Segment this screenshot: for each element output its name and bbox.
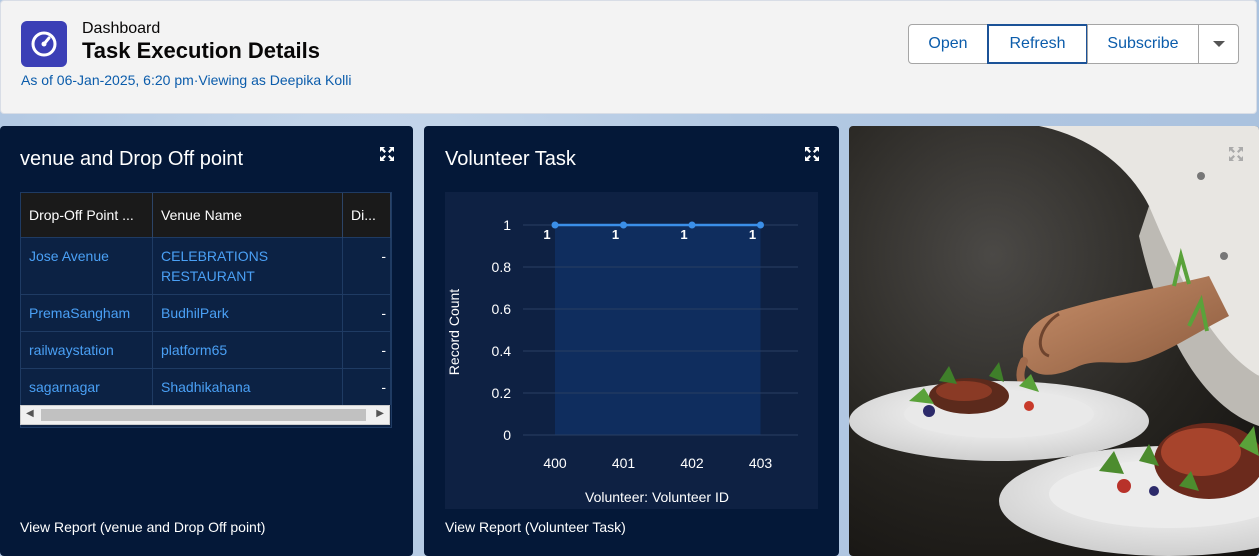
y-tick-label: 0.8 (492, 259, 512, 275)
y-tick-label: 0.6 (492, 301, 512, 317)
di-cell: - (342, 331, 391, 369)
subscribe-button[interactable]: Subscribe (1087, 24, 1199, 64)
x-tick-label: 402 (680, 455, 704, 471)
page-title: Task Execution Details (82, 38, 321, 63)
y-axis-title: Record Count (446, 289, 462, 375)
expand-icon[interactable] (804, 146, 820, 162)
view-report-link[interactable]: View Report (Volunteer Task) (445, 519, 626, 535)
table-row: sagarnagar Shadhikahana - (21, 368, 391, 405)
venue-panel-title: venue and Drop Off point (20, 148, 244, 170)
column-header-dropoff[interactable]: Drop-Off Point ... (21, 193, 153, 238)
scroll-left-icon[interactable]: ◀ (26, 408, 34, 419)
column-header-venue[interactable]: Venue Name (152, 193, 343, 238)
di-cell: - (342, 237, 391, 295)
data-label: 1 (612, 227, 619, 242)
data-label: 1 (749, 227, 756, 242)
dropoff-cell[interactable]: Jose Avenue (21, 237, 153, 295)
refresh-button[interactable]: Refresh (987, 24, 1088, 64)
venue-cell[interactable]: CELEBRATIONS RESTAURANT (152, 237, 343, 295)
y-tick-label: 1 (503, 217, 511, 233)
view-report-link[interactable]: View Report (venue and Drop Off point) (20, 519, 265, 535)
table-row: Jose Avenue CELEBRATIONS RESTAURANT - (21, 237, 391, 295)
di-cell: - (342, 294, 391, 332)
x-tick-label: 401 (612, 455, 636, 471)
breadcrumb: Dashboard (82, 20, 161, 37)
horizontal-scrollbar[interactable]: ◀ ▶ (20, 405, 390, 425)
venue-cell[interactable]: Shadhikahana (152, 368, 343, 405)
y-tick-label: 0.4 (492, 343, 512, 359)
chevron-down-icon (1212, 41, 1225, 47)
volunteer-task-chart: 0 0.2 0.4 0.6 0.8 1 1 400 1 401 1 402 1 403 Volunteer:… (446, 217, 798, 505)
volunteer-panel-title: Volunteer Task (445, 148, 576, 170)
expand-icon[interactable] (379, 146, 395, 162)
open-button[interactable]: Open (908, 24, 988, 64)
venue-table-container[interactable]: Drop-Off Point ... Venue Name Di... Jose… (20, 192, 392, 428)
data-point (620, 221, 627, 229)
dropoff-cell[interactable]: sagarnagar (21, 368, 153, 405)
table-header-row: Drop-Off Point ... Venue Name Di... (21, 193, 391, 238)
dropoff-cell[interactable]: railwaystation (21, 331, 153, 369)
dashboard-header: Dashboard Task Execution Details As of 0… (0, 0, 1257, 114)
column-header-di[interactable]: Di... (342, 193, 391, 238)
x-tick-label: 400 (543, 455, 567, 471)
scrollbar-thumb[interactable] (41, 409, 366, 421)
x-axis-title: Volunteer: Volunteer ID (585, 489, 729, 505)
venue-table: Drop-Off Point ... Venue Name Di... Jose… (21, 193, 391, 405)
action-button-group: Open Refresh Subscribe (908, 24, 1239, 64)
y-tick-label: 0 (503, 427, 511, 443)
di-cell: - (342, 368, 391, 405)
data-point (757, 221, 764, 229)
dashboard-gauge-icon (21, 21, 67, 67)
venue-cell[interactable]: platform65 (152, 331, 343, 369)
expand-icon[interactable] (1228, 146, 1244, 162)
more-actions-button[interactable] (1198, 24, 1239, 64)
table-row: railwaystation platform65 - (21, 331, 391, 369)
data-point (688, 221, 696, 229)
x-tick-label: 403 (749, 455, 773, 471)
chef-plating-image (849, 126, 1259, 556)
scroll-right-icon[interactable]: ▶ (376, 408, 384, 419)
data-label: 1 (680, 227, 687, 242)
dropoff-cell[interactable]: PremaSangham (21, 294, 153, 332)
table-row: PremaSangham BudhilPark - (21, 294, 391, 332)
data-label: 1 (543, 227, 550, 242)
y-tick-label: 0.2 (492, 385, 512, 401)
area-fill (555, 225, 761, 435)
venue-cell[interactable]: BudhilPark (152, 294, 343, 332)
as-of-timestamp: As of 06-Jan-2025, 6:20 pm·Viewing as De… (21, 72, 352, 88)
data-point (551, 221, 559, 229)
